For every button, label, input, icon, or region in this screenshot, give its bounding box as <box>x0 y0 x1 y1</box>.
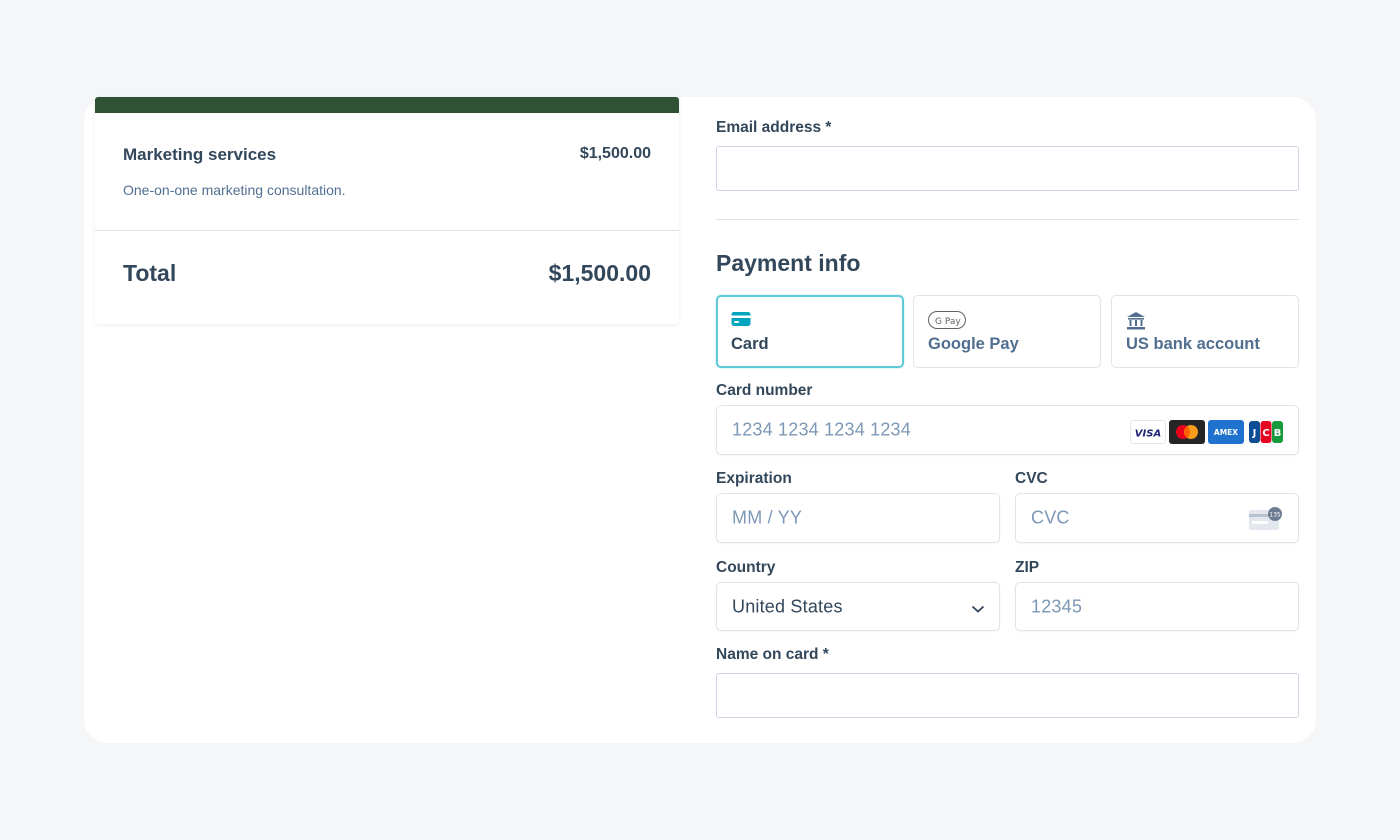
zip-input[interactable]: 12345 <box>1015 582 1299 631</box>
country-value: United States <box>732 596 843 616</box>
expiration-input[interactable]: MM / YY <box>716 493 1000 543</box>
tab-us-bank-account-label: US bank account <box>1126 335 1260 353</box>
country-select[interactable]: United States <box>716 582 1000 631</box>
zip-label: ZIP <box>1015 559 1040 576</box>
order-summary: Marketing services $1,500.00 One-on-one … <box>95 97 679 324</box>
svg-text:B: B <box>1274 428 1282 439</box>
email-field[interactable] <box>716 146 1299 191</box>
card-number-placeholder: 1234 1234 1234 1234 <box>732 419 911 440</box>
line-item-price: $1,500.00 <box>579 145 651 162</box>
total-value: $1,500.00 <box>548 260 651 286</box>
mastercard-icon <box>1169 420 1205 444</box>
chevron-down-icon <box>971 601 985 619</box>
tab-card[interactable]: Card <box>716 295 904 368</box>
credit-card-icon <box>731 311 751 332</box>
svg-text:C: C <box>1262 428 1269 439</box>
bank-icon <box>1126 311 1146 336</box>
jcb-icon: J C B <box>1248 420 1284 444</box>
svg-text:J: J <box>1252 428 1257 439</box>
amex-icon: AMEX <box>1208 420 1244 444</box>
expiration-placeholder: MM / YY <box>732 507 803 528</box>
tab-us-bank-account[interactable]: US bank account <box>1111 295 1299 368</box>
zip-placeholder: 12345 <box>1031 596 1083 616</box>
card-number-input[interactable]: 1234 1234 1234 1234 VISA AMEX J C B <box>716 405 1299 455</box>
tab-google-pay-label: Google Pay <box>928 335 1019 353</box>
svg-text:VISA: VISA <box>1135 429 1161 440</box>
svg-text:AMEX: AMEX <box>1214 428 1238 437</box>
payment-info-title: Payment info <box>716 250 861 276</box>
section-divider <box>716 219 1299 220</box>
name-on-card-field[interactable] <box>716 673 1299 718</box>
email-label: Email address * <box>716 119 832 136</box>
total-label: Total <box>123 260 177 286</box>
card-number-label: Card number <box>716 382 813 399</box>
svg-text:G Pay: G Pay <box>935 317 961 327</box>
cvc-icon-text: 135 <box>1269 512 1281 519</box>
expiration-label: Expiration <box>716 470 792 487</box>
cvc-label: CVC <box>1015 470 1048 487</box>
summary-accent-bar <box>95 97 679 113</box>
line-item-description: One-on-one marketing consultation. <box>123 182 346 198</box>
cvc-placeholder: CVC <box>1031 507 1070 528</box>
name-on-card-label: Name on card * <box>716 646 829 663</box>
tab-card-label: Card <box>731 335 769 353</box>
tab-google-pay[interactable]: G Pay Google Pay <box>913 295 1101 368</box>
visa-icon: VISA <box>1130 420 1166 444</box>
cvc-input[interactable]: CVC 135 <box>1015 493 1299 543</box>
summary-divider <box>95 230 679 231</box>
country-label: Country <box>716 559 776 576</box>
cvc-card-icon: 135 <box>1248 506 1284 537</box>
google-pay-icon: G Pay <box>928 311 966 334</box>
line-item-name: Marketing services <box>123 145 277 164</box>
